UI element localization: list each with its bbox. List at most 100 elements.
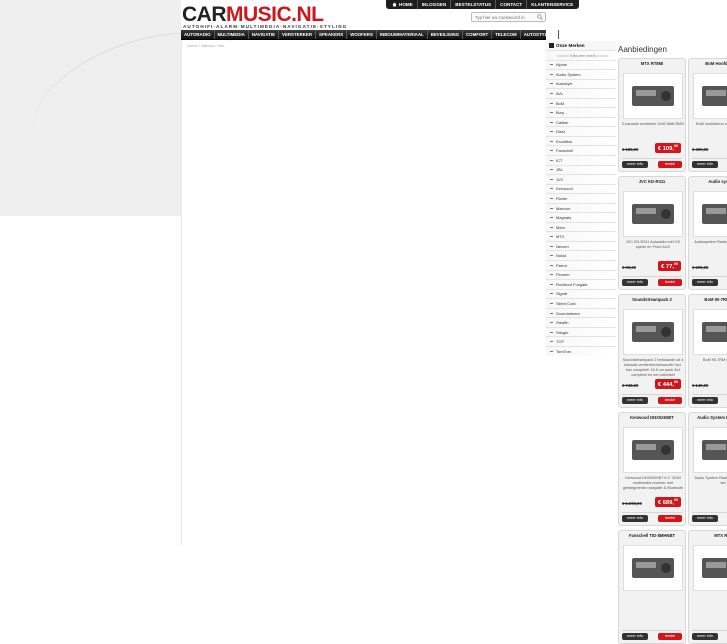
more-info-button[interactable]: meer info — [692, 633, 718, 640]
buy-button[interactable]: bestel — [658, 279, 682, 286]
brand-item[interactable]: Macrom — [546, 202, 616, 213]
nav-navigatie[interactable]: NAVIGATIE — [249, 30, 280, 39]
brand-item[interactable]: Rockford Fosgate — [546, 279, 616, 289]
search-input[interactable] — [472, 13, 534, 21]
offer-title[interactable]: MTX RT — [689, 533, 727, 538]
brand-item[interactable]: Caliber — [546, 116, 616, 127]
brand-item[interactable]: Autostyle — [546, 78, 616, 89]
nav-telecom[interactable]: TELECOM — [492, 30, 521, 39]
brand-item[interactable]: Richer — [546, 193, 616, 203]
product-image[interactable] — [623, 73, 683, 119]
nav-autoradio[interactable]: AUTORADIO — [181, 30, 215, 39]
brand-item[interactable]: Magnats — [546, 212, 616, 222]
brand-item[interactable]: Pioneer — [546, 269, 616, 280]
brand-item[interactable]: Mela — [546, 221, 616, 232]
offer-card[interactable]: BoM 90-7RM mon BoM 90-7RM Overhead € 149,0… — [688, 294, 727, 408]
dash-icon — [550, 73, 553, 75]
more-info-button[interactable]: meer info — [622, 397, 648, 404]
brand-item[interactable]: AVL — [546, 88, 616, 98]
nav-versterker[interactable]: VERSTERKER — [279, 30, 317, 39]
product-image[interactable] — [623, 427, 683, 473]
brand-item[interactable]: Stealth — [546, 317, 616, 327]
brand-item[interactable]: Excalibur — [546, 135, 616, 146]
offer-title[interactable]: BoM Hoofdsteun — [689, 61, 727, 66]
brand-item[interactable]: Nokia — [546, 250, 616, 261]
offer-card[interactable]: MTX RT meer info — [688, 530, 727, 644]
brand-item[interactable]: Stinger — [546, 326, 616, 337]
site-logo[interactable]: CARMUSIC.NL — [182, 4, 324, 26]
brand-item[interactable]: MTX — [546, 231, 616, 241]
offer-card[interactable]: MTX RT8MI 2-kanaals versterker 2x90 Watt … — [618, 58, 686, 172]
brand-item[interactable]: Bury — [546, 107, 616, 117]
offer-title[interactable]: Fanschell TID-8MHNBT — [619, 533, 685, 538]
topnav-inloggen[interactable]: INLOGGEN — [418, 0, 452, 9]
nav-autostyling[interactable]: AUTOSTYLING — [521, 30, 560, 39]
offer-card[interactable]: Audio System Radion 5N Audio System Radio… — [688, 412, 727, 526]
offer-card[interactable]: Fanschell TID-8MHNBT meer info bestel — [618, 530, 686, 644]
product-image[interactable] — [623, 191, 683, 237]
more-info-button[interactable]: meer info — [692, 515, 718, 522]
product-image[interactable] — [623, 309, 683, 355]
product-image[interactable] — [693, 427, 727, 473]
brand-item[interactable]: Necom — [546, 240, 616, 251]
buy-button[interactable]: bestel — [658, 161, 682, 168]
nav-inbouwmateriaal[interactable]: INBOUWMATERIAAL — [377, 30, 428, 39]
brand-item[interactable]: Soundstream — [546, 307, 616, 318]
offer-title[interactable]: Audio System Radion 5N — [689, 415, 727, 420]
brand-item[interactable]: Kenwood — [546, 183, 616, 194]
brand-item[interactable]: BoM — [546, 97, 616, 108]
topnav-contact[interactable]: CONTACT — [496, 0, 528, 9]
product-image[interactable] — [693, 545, 727, 591]
more-info-button[interactable]: meer info — [692, 161, 718, 168]
more-info-button[interactable]: meer info — [622, 633, 648, 640]
more-info-button[interactable]: meer info — [622, 279, 648, 286]
nav-woofers[interactable]: WOOFERS — [347, 30, 377, 39]
more-info-button[interactable]: meer info — [622, 161, 648, 168]
offer-title[interactable]: BoM 90-7RM mon — [689, 297, 727, 302]
nav-multimedia[interactable]: MULTIMEDIA — [215, 30, 249, 39]
product-image[interactable] — [693, 309, 727, 355]
offer-card[interactable]: Kenwood DNX5260BT Kenwood DNX5260BT 6.1" … — [618, 412, 686, 526]
topnav-bestelstatus[interactable]: BESTELSTATUS — [451, 0, 497, 9]
offer-title[interactable]: Kenwood DNX5260BT — [619, 415, 685, 420]
product-image[interactable] — [693, 73, 727, 119]
topnav-home[interactable]: HOME — [388, 0, 418, 9]
brand-item[interactable]: Signat — [546, 288, 616, 299]
more-info-button[interactable]: meer info — [622, 515, 648, 522]
buy-button[interactable]: bestel — [658, 633, 682, 640]
brand-item[interactable]: Alpine — [546, 59, 616, 70]
offer-title[interactable]: MTX RT8MI — [619, 61, 685, 66]
nav-beveiliging[interactable]: BEVEILIGING — [428, 30, 464, 39]
nav-comfort[interactable]: COMFORT — [463, 30, 493, 39]
offer-card[interactable]: BoM Hoofdsteun BoM hoofdsteun met LCD+DVD… — [688, 58, 727, 172]
product-image[interactable] — [693, 191, 727, 237]
product-image[interactable] — [623, 545, 683, 591]
search-icon[interactable] — [537, 14, 543, 20]
buy-button[interactable]: bestel — [658, 515, 682, 522]
brand-item[interactable]: Silent Coat — [546, 298, 616, 308]
buy-button[interactable]: bestel — [658, 397, 682, 404]
brand-item[interactable]: Audio System — [546, 69, 616, 79]
product-image-icon — [632, 558, 674, 578]
brand-item[interactable]: TomTom — [546, 345, 616, 356]
topnav-klantenservice[interactable]: KLANTENSERVICE — [527, 0, 577, 9]
offer-card[interactable]: Soundstreampack 2 Soundstreampack 2 besta… — [618, 294, 686, 408]
more-info-button[interactable]: meer info — [692, 279, 718, 286]
brand-item[interactable]: ICT — [546, 155, 616, 165]
offer-card[interactable]: Audio system Audiosystem Radion set speak… — [688, 176, 727, 290]
brand-item[interactable]: TCP — [546, 336, 616, 346]
more-info-button[interactable]: meer info — [692, 397, 718, 404]
brand-item[interactable]: Parrot — [546, 260, 616, 270]
card-divider — [692, 394, 727, 395]
offer-title[interactable]: JVC KD-R311 — [619, 179, 685, 184]
offer-title[interactable]: Audio system — [689, 179, 727, 184]
brand-item[interactable]: JBL — [546, 164, 616, 175]
nav-speakers[interactable]: SPEAKERS — [316, 30, 348, 39]
offer-card[interactable]: JVC KD-R311 JVC KD-R311 Autoradio met CD … — [618, 176, 686, 290]
search-box — [471, 12, 546, 22]
brand-item[interactable]: Fanschell — [546, 145, 616, 156]
brand-item[interactable]: JVC — [546, 174, 616, 184]
brand-select-placeholder[interactable]: ===== Kies een merk ===== — [546, 50, 616, 60]
brand-item[interactable]: Dietz — [546, 126, 616, 136]
offer-title[interactable]: Soundstreampack 2 — [619, 297, 685, 302]
